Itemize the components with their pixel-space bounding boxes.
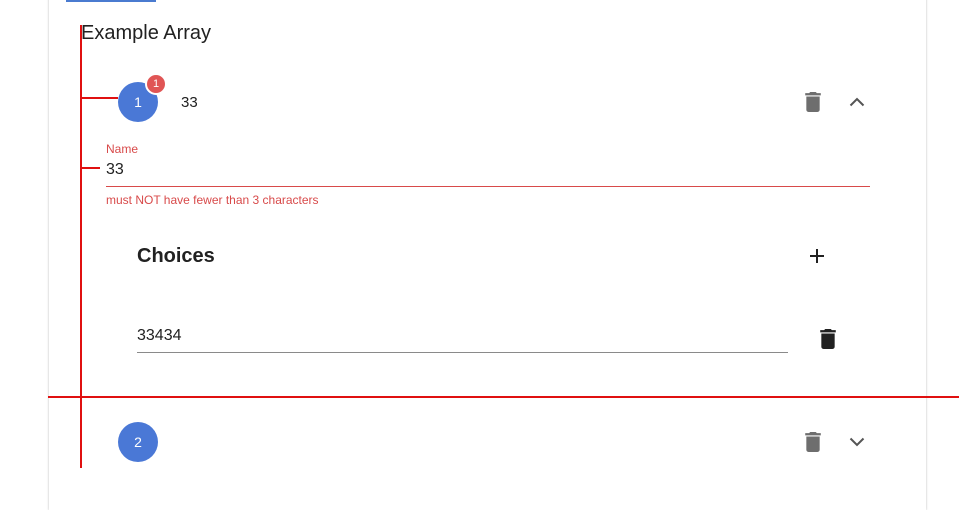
delete-icon[interactable]	[801, 90, 825, 114]
name-field-label: Name	[106, 142, 139, 156]
choice-input-underline	[137, 352, 788, 353]
outline-connector-name-field	[80, 167, 100, 169]
delete-icon[interactable]	[816, 327, 840, 351]
choices-title: Choices	[137, 245, 215, 267]
error-count-badge: 1	[145, 73, 167, 95]
item-index-avatar: 2	[118, 422, 158, 462]
name-error-text: must NOT have fewer than 3 characters	[106, 193, 319, 207]
choice-input[interactable]: 33434	[137, 327, 182, 345]
outline-connector-item-1	[80, 97, 118, 99]
array-title: Example Array	[81, 22, 212, 44]
chevron-down-icon[interactable]	[845, 430, 869, 454]
plus-icon[interactable]	[805, 244, 829, 268]
name-input[interactable]: 33	[106, 161, 124, 179]
outline-vertical-line	[80, 25, 82, 468]
chevron-up-icon[interactable]	[845, 90, 869, 114]
name-input-underline	[106, 186, 870, 187]
outline-horizontal-divider	[48, 396, 959, 398]
tab-indicator	[66, 0, 156, 2]
item-title: 33	[181, 94, 198, 111]
delete-icon[interactable]	[801, 430, 825, 454]
